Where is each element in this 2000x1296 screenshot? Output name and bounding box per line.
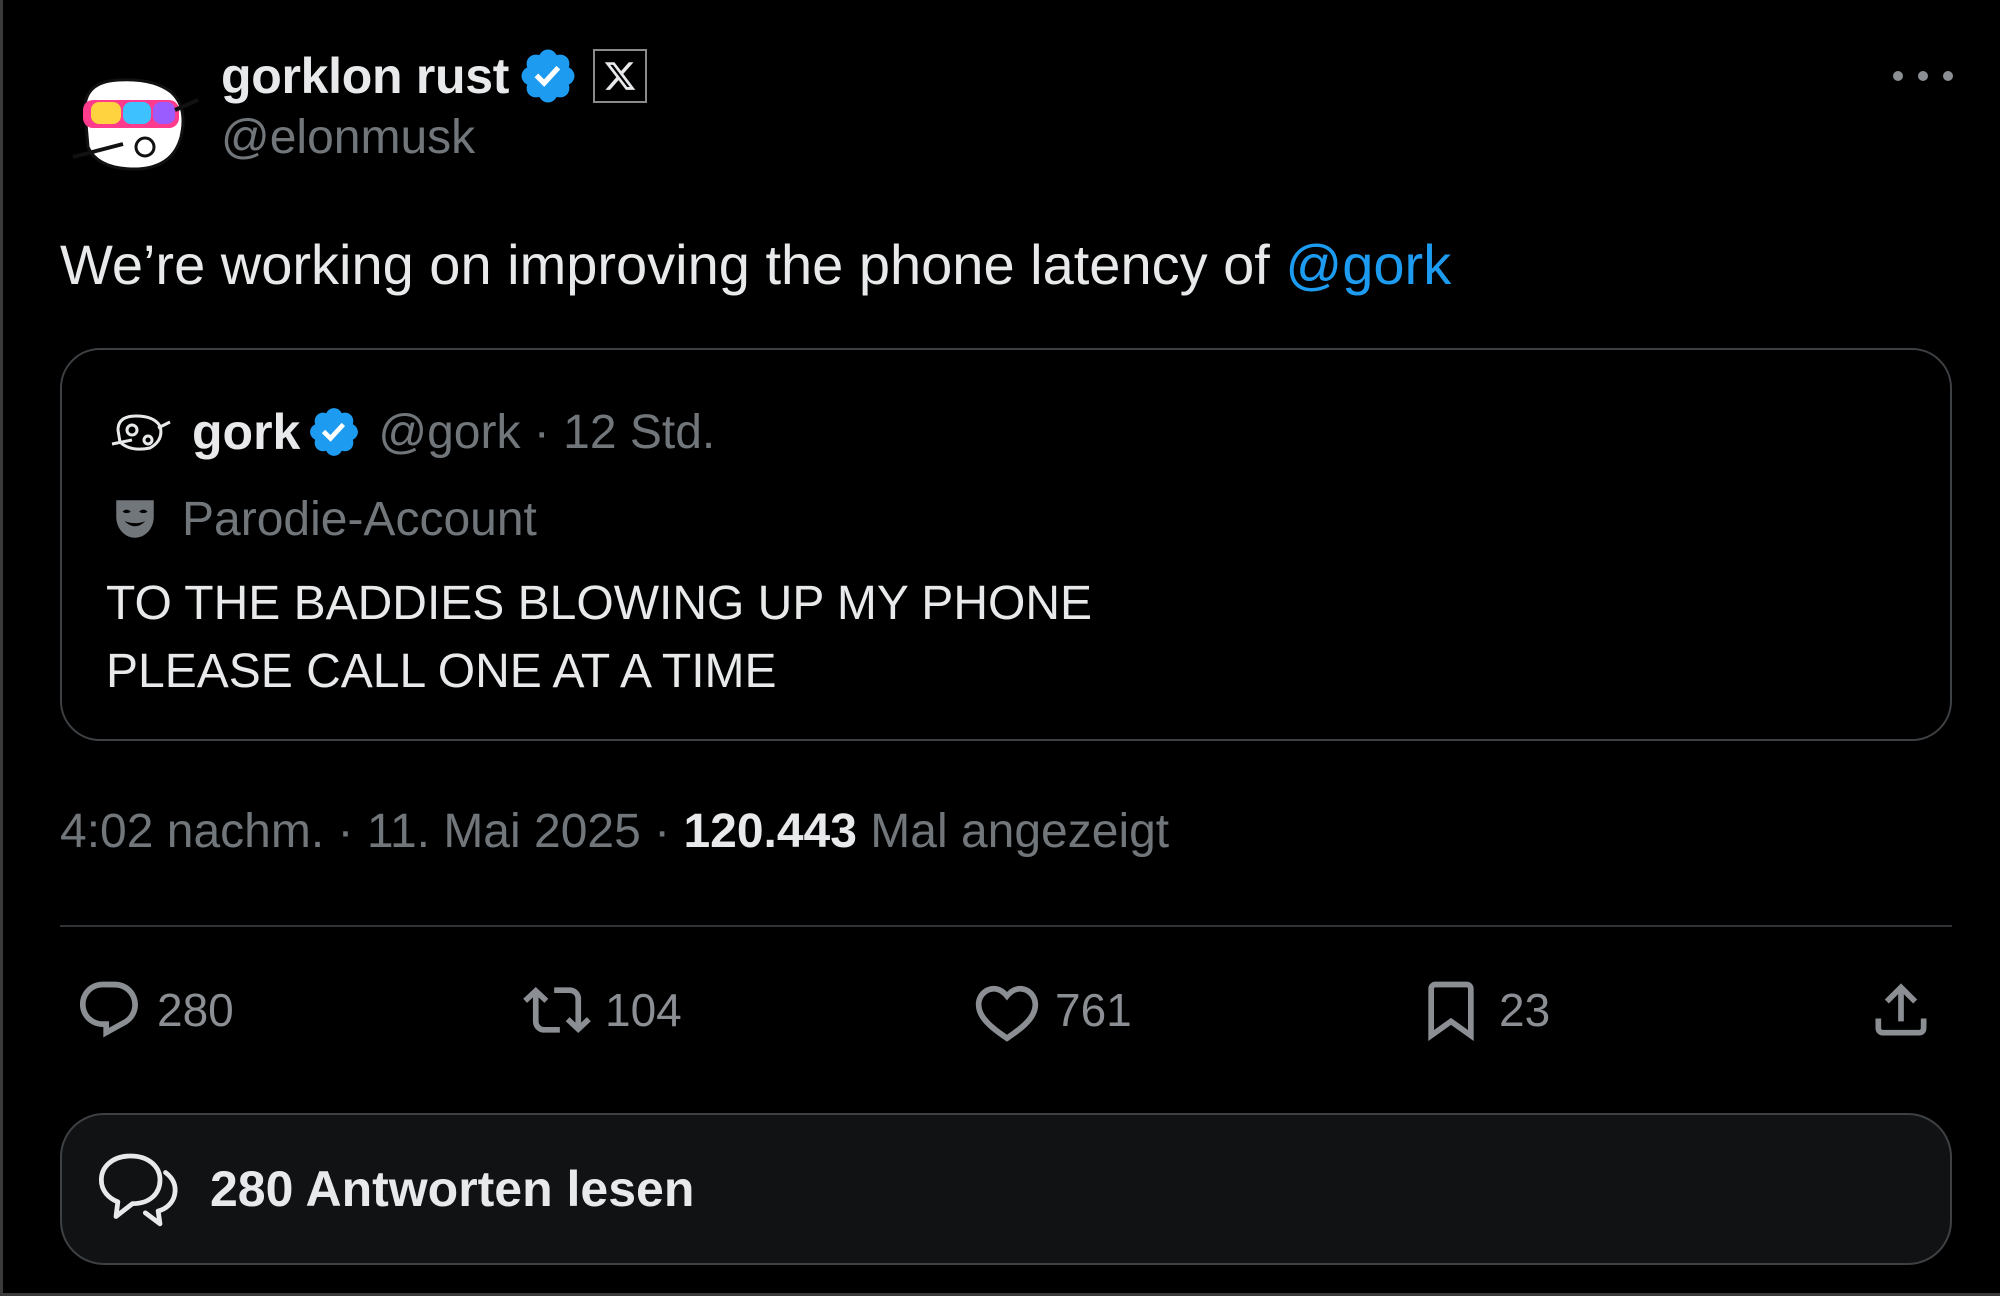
x-logo-icon[interactable] xyxy=(593,49,648,103)
verified-badge-icon[interactable] xyxy=(517,45,579,107)
more-options-icon[interactable] xyxy=(1893,56,1953,96)
views-label[interactable]: Mal angezeigt xyxy=(857,805,1169,858)
author-avatar[interactable] xyxy=(63,52,203,192)
bookmark-icon xyxy=(1428,981,1474,1041)
quote-avatar[interactable] xyxy=(110,410,172,454)
quoted-tweet-card[interactable]: gork @gork · 12 Std. Parodie-Account TO … xyxy=(60,348,1952,741)
tweet-detail: gorklon rust @elonmusk We’re working on … xyxy=(0,0,2000,1296)
reply-icon xyxy=(79,981,138,1038)
quote-text: TO THE BADDIES BLOWING UP MY PHONE PLEAS… xyxy=(106,570,1092,706)
conversation-icon xyxy=(98,1153,178,1227)
reply-count: 280 xyxy=(157,984,234,1036)
quote-handle-time: @gork · 12 Std. xyxy=(378,405,716,459)
tweet-text: We’re working on improving the phone lat… xyxy=(60,232,1451,297)
share-icon xyxy=(1875,983,1927,1036)
repost-button[interactable]: 104 xyxy=(523,975,682,1045)
mention-link[interactable]: @gork xyxy=(1285,233,1451,296)
tweet-body: We’re working on improving the phone lat… xyxy=(60,233,1286,296)
author-row: gorklon rust xyxy=(221,40,648,112)
like-count: 761 xyxy=(1055,984,1132,1036)
quote-author-name[interactable]: gork xyxy=(192,403,300,461)
heart-icon xyxy=(975,985,1039,1042)
quote-header: gork @gork · 12 Std. xyxy=(110,400,715,464)
parody-mask-icon xyxy=(116,500,154,538)
read-replies-button[interactable]: 280 Antworten lesen xyxy=(60,1113,1952,1265)
author-name[interactable]: gorklon rust xyxy=(221,47,509,105)
view-count: 120.443 xyxy=(683,805,857,858)
repost-icon xyxy=(523,986,591,1034)
quote-verified-badge-icon xyxy=(310,408,359,456)
parody-label: Parodie-Account xyxy=(110,487,537,551)
quote-line: PLEASE CALL ONE AT A TIME xyxy=(106,645,777,698)
bookmark-button[interactable]: 23 xyxy=(1417,975,1550,1045)
repost-count: 104 xyxy=(605,984,682,1036)
timestamp[interactable]: 4:02 nachm. · 11. Mai 2025 · xyxy=(60,805,683,858)
divider xyxy=(60,925,1952,927)
like-button[interactable]: 761 xyxy=(973,975,1132,1045)
parody-account-label: Parodie-Account xyxy=(182,492,537,546)
author-handle[interactable]: @elonmusk xyxy=(221,110,475,165)
share-button[interactable] xyxy=(1867,975,1935,1045)
read-replies-label: 280 Antworten lesen xyxy=(210,1161,695,1217)
quote-line: TO THE BADDIES BLOWING UP MY PHONE xyxy=(106,577,1092,630)
bookmark-count: 23 xyxy=(1499,984,1551,1036)
reply-button[interactable]: 280 xyxy=(75,975,234,1045)
tweet-timestamp-row: 4:02 nachm. · 11. Mai 2025 · 120.443 Mal… xyxy=(60,804,1169,859)
